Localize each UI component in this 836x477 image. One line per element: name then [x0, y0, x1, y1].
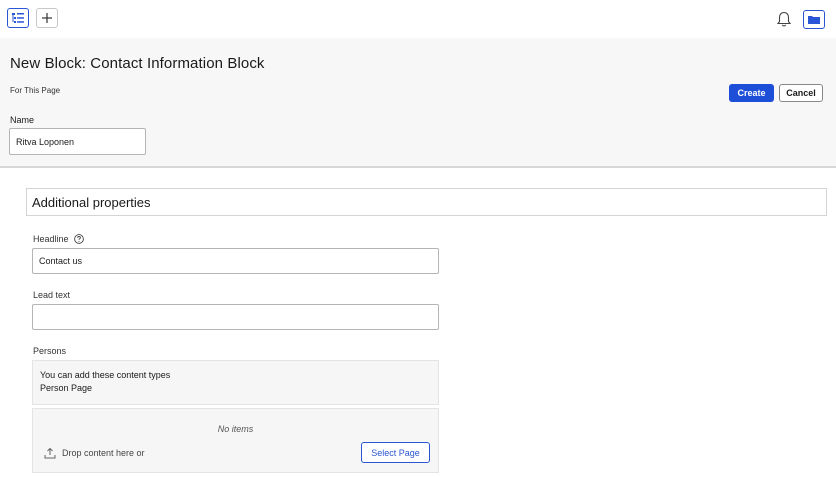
drop-content-text: Drop content here or: [62, 448, 145, 458]
cancel-button[interactable]: Cancel: [779, 84, 823, 102]
allowed-types-box: You can add these content types Person P…: [32, 360, 439, 405]
editor-header: New Block: Contact Information Block For…: [0, 38, 836, 168]
page-title: New Block: Contact Information Block: [10, 55, 265, 72]
upload-icon: [44, 447, 56, 459]
folder-icon: [808, 16, 820, 24]
lead-text-input[interactable]: [32, 304, 439, 330]
for-page-label: For This Page: [10, 86, 61, 95]
top-toolbar: [0, 0, 836, 38]
bell-icon[interactable]: [776, 11, 792, 28]
allowed-types-list: Person Page: [40, 383, 93, 393]
headline-input[interactable]: [32, 248, 439, 274]
section-title: Additional properties: [32, 195, 151, 210]
plus-icon: [42, 13, 52, 23]
additional-properties-section: Additional properties: [26, 188, 827, 216]
add-button[interactable]: [36, 8, 58, 28]
select-page-button[interactable]: Select Page: [361, 442, 430, 463]
lead-text-label: Lead text: [33, 290, 71, 300]
no-items-text: No items: [217, 424, 254, 434]
help-icon[interactable]: [74, 234, 84, 244]
name-input[interactable]: [9, 128, 146, 155]
create-button[interactable]: Create: [729, 84, 774, 102]
persons-label: Persons: [33, 346, 67, 356]
headline-label: Headline: [33, 234, 69, 244]
tree-toggle-button[interactable]: [7, 8, 29, 28]
tree-list-icon: [12, 13, 24, 23]
assets-panel-button[interactable]: [803, 10, 825, 29]
persons-drop-zone[interactable]: No items Drop content here or Select Pag…: [32, 408, 439, 473]
allowed-types-intro: You can add these content types: [40, 370, 171, 380]
name-label: Name: [10, 115, 35, 125]
